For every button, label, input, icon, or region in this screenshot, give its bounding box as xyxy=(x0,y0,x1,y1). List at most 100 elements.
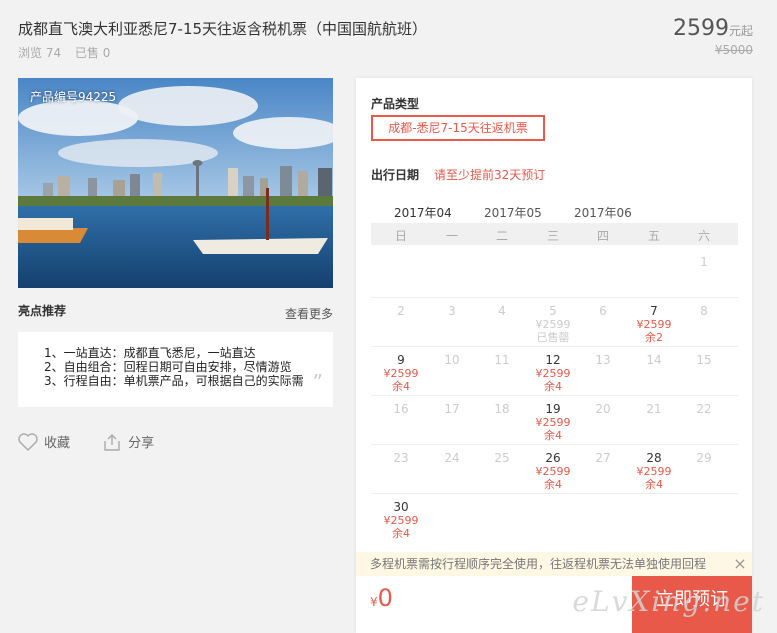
day-remaining: 余4 xyxy=(392,380,410,393)
calendar-day: 11 xyxy=(477,354,527,367)
calendar-row-divider xyxy=(371,297,738,298)
weekday: 五 xyxy=(647,229,660,243)
calendar-day: 24 xyxy=(427,452,477,465)
day-number: 6 xyxy=(599,304,607,318)
total-value: 0 xyxy=(377,584,393,612)
price-unit: 元起 xyxy=(728,24,753,38)
day-number: 28 xyxy=(646,451,662,465)
highlights-more-link[interactable]: 查看更多 xyxy=(285,305,333,322)
day-number: 5 xyxy=(549,304,557,318)
calendar-row-divider xyxy=(371,493,738,494)
favorite-label: 收藏 xyxy=(44,436,71,451)
weekday: 三 xyxy=(546,229,559,243)
highlights-title: 亮点推荐 xyxy=(18,304,67,318)
day-number: 11 xyxy=(494,353,510,367)
day-price: ¥2599 xyxy=(535,367,571,380)
views-count: 浏览 74 xyxy=(18,46,62,60)
product-title: 成都直飞澳大利亚悉尼7-15天往返含税机票（中国国航航班） xyxy=(18,20,428,38)
day-number: 2 xyxy=(397,304,405,318)
calendar-day[interactable]: 28 ¥2599 余4 xyxy=(629,451,679,492)
day-remaining: 余4 xyxy=(544,429,562,442)
product-type-label: 产品类型 xyxy=(371,97,420,111)
calendar-day: 25 xyxy=(477,452,527,465)
day-number: 16 xyxy=(393,402,409,416)
day-price: ¥2599 xyxy=(535,416,571,429)
notice-text: 多程机票需按行程顺序完全使用，往返程机票无法单独使用回程 xyxy=(370,557,707,571)
calendar-day[interactable]: 9 ¥2599 余4 xyxy=(376,353,426,394)
day-price: ¥2599 xyxy=(636,318,672,331)
share-icon xyxy=(104,433,120,451)
month-tab[interactable]: 2017年04 xyxy=(394,204,484,221)
calendar-day: 17 xyxy=(427,403,477,416)
product-photo[interactable]: 产品编号94225 xyxy=(18,78,333,288)
weekday: 六 xyxy=(697,229,710,243)
highlight-item: 1、一站直达：成都直飞悉尼，一站直达 xyxy=(44,346,256,360)
day-number: 18 xyxy=(494,402,510,416)
day-number: 1 xyxy=(700,255,708,269)
calendar-row-divider xyxy=(371,444,738,445)
month-tabs: 2017年04 2017年05 2017年06 xyxy=(394,204,664,221)
price-value: 2599 xyxy=(672,16,729,41)
highlight-item: 3、行程自由：单机票产品，可根据自己的实际需 xyxy=(44,374,304,388)
day-remaining: 余4 xyxy=(392,527,410,540)
highlight-item: 2、自由组合：回程日期可自由安排，尽情游览 xyxy=(44,360,292,374)
day-number: 10 xyxy=(444,353,460,367)
calendar-day[interactable]: 7 ¥2599 余2 xyxy=(629,305,679,345)
original-price: ¥5000 xyxy=(714,43,753,57)
calendar-day: 5 ¥2599 已售罄 xyxy=(528,304,578,345)
calendar-day: 3 xyxy=(427,305,477,318)
day-remaining: 余4 xyxy=(544,478,562,491)
day-number: 13 xyxy=(595,353,611,367)
month-tab[interactable]: 2017年06 xyxy=(574,204,664,221)
calendar-day: 2 xyxy=(376,305,426,318)
calendar-day[interactable]: 26 ¥2599 余4 xyxy=(528,451,578,492)
watermark: eLvXing.net xyxy=(572,585,765,618)
product-type-option[interactable]: 成都-悉尼7-15天往返机票 xyxy=(371,115,545,141)
sold-count: 已售 0 xyxy=(74,46,111,60)
share-label: 分享 xyxy=(128,436,155,451)
day-number: 29 xyxy=(696,451,712,465)
day-number: 25 xyxy=(494,451,510,465)
day-number: 27 xyxy=(595,451,611,465)
day-number: 26 xyxy=(545,451,561,465)
day-number: 22 xyxy=(696,402,712,416)
favorite-button[interactable]: 收藏 xyxy=(18,432,70,451)
calendar-day: 18 xyxy=(477,403,527,416)
day-number: 4 xyxy=(498,304,506,318)
day-number: 24 xyxy=(444,451,460,465)
calendar-day[interactable]: 12 ¥2599 余4 xyxy=(528,353,578,394)
calendar-day: 20 xyxy=(578,403,628,416)
month-tab[interactable]: 2017年05 xyxy=(484,204,574,221)
day-price: ¥2599 xyxy=(535,465,571,478)
day-number: 12 xyxy=(545,353,561,367)
day-remaining: 余2 xyxy=(645,331,663,344)
day-price: ¥2599 xyxy=(383,367,419,380)
day-price: ¥2599 xyxy=(535,318,571,331)
close-icon[interactable]: × xyxy=(732,552,748,576)
day-number: 9 xyxy=(397,353,405,367)
highlights-box: 1、一站直达：成都直飞悉尼，一站直达 2、自由组合：回程日期可自由安排，尽情游览… xyxy=(18,332,333,407)
calendar-day: 27 xyxy=(578,452,628,465)
calendar-day: 4 xyxy=(477,305,527,318)
day-number: 14 xyxy=(646,353,662,367)
calendar-day: 6 xyxy=(578,305,628,318)
day-number: 30 xyxy=(393,500,409,514)
weekday-header: 日 一 二 三 四 五 六 xyxy=(371,223,738,245)
calendar-day[interactable]: 19 ¥2599 余4 xyxy=(528,403,578,443)
calendar-day[interactable]: 30 ¥2599 余4 xyxy=(376,500,426,541)
day-number: 3 xyxy=(448,304,456,318)
calendar-day: 16 xyxy=(376,403,426,416)
day-number: 17 xyxy=(444,402,460,416)
calendar-day: 10 xyxy=(427,354,477,367)
product-stats: 浏览 74 已售 0 xyxy=(18,44,120,61)
calendar-day: 29 xyxy=(679,452,729,465)
notice-bar: 多程机票需按行程顺序完全使用，往返程机票无法单独使用回程 × xyxy=(356,552,752,576)
highlights-list: 1、一站直达：成都直飞悉尼，一站直达 2、自由组合：回程日期可自由安排，尽情游览… xyxy=(18,332,333,388)
calendar-day: 15 xyxy=(679,354,729,367)
total-price: ¥0 xyxy=(370,584,393,612)
calendar-day: 13 xyxy=(578,354,628,367)
weekday: 二 xyxy=(495,229,508,243)
share-button[interactable]: 分享 xyxy=(102,432,154,451)
day-number: 15 xyxy=(696,353,712,367)
day-price: ¥2599 xyxy=(636,465,672,478)
